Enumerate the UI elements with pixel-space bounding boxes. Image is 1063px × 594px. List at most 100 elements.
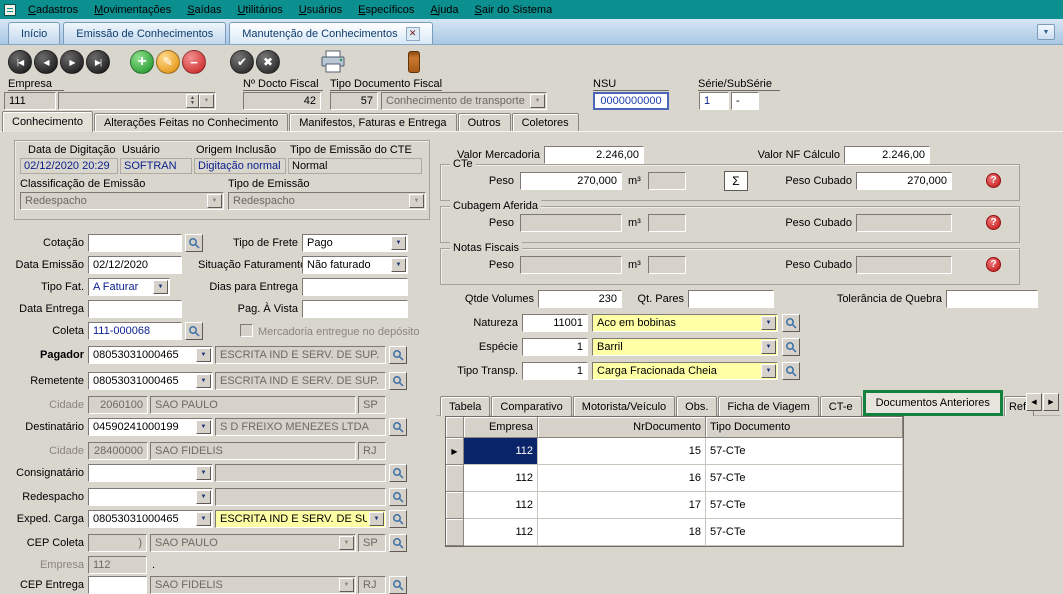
column-header-nrdocumento[interactable]: NrDocumento — [538, 417, 706, 438]
table-row[interactable]: 112 16 57-CTe — [446, 465, 903, 492]
pagador-search-button[interactable] — [389, 346, 407, 364]
cep-coleta-search-button[interactable] — [389, 534, 407, 552]
column-header-empresa[interactable]: Empresa — [464, 417, 538, 438]
tipo-transp-code-field[interactable]: 1 — [522, 362, 588, 380]
dropdown-arrow-icon[interactable]: ▼ — [196, 348, 211, 362]
menu-especificos[interactable]: Específicos — [350, 2, 422, 18]
redespacho-search-button[interactable] — [389, 488, 407, 506]
subtab-obs[interactable]: Obs. — [676, 396, 717, 416]
dropdown-arrow-icon[interactable]: ▼ — [761, 340, 776, 354]
pagador-code-combo[interactable]: 08053031000465▼ — [88, 346, 213, 364]
cancel-button[interactable]: ✖ — [256, 50, 280, 74]
coleta-field[interactable]: 111-000068 — [88, 322, 182, 340]
natureza-combo[interactable]: Aco em bobinas▼ — [592, 314, 778, 332]
qt-pares-field[interactable] — [688, 290, 774, 308]
cep-coleta-field[interactable]: ) — [88, 534, 147, 552]
consignatario-search-button[interactable] — [389, 464, 407, 482]
notas-help-button[interactable]: ? — [986, 257, 1001, 272]
destinatario-search-button[interactable] — [389, 418, 407, 436]
dropdown-arrow-icon[interactable]: ▼ — [153, 280, 168, 294]
exped-carga-search-button[interactable] — [389, 510, 407, 528]
serie-field[interactable]: 1 — [699, 92, 729, 110]
last-record-button[interactable]: ▶| — [86, 50, 110, 74]
subtab-comparativo[interactable]: Comparativo — [491, 396, 571, 416]
remetente-search-button[interactable] — [389, 372, 407, 390]
subtab-tabela[interactable]: Tabela — [440, 396, 490, 416]
especie-combo[interactable]: Barril▼ — [592, 338, 778, 356]
cell-empresa[interactable]: 112 — [464, 465, 538, 492]
cell-tipo-documento[interactable]: 57-CTe — [706, 465, 903, 492]
dropdown-arrow-icon[interactable]: ▼ — [761, 316, 776, 330]
confirm-button[interactable]: ✔ — [230, 50, 254, 74]
cell-tipo-documento[interactable]: 57-CTe — [706, 519, 903, 546]
cell-empresa[interactable]: 112 — [464, 438, 538, 465]
consignatario-code-combo[interactable]: ▼ — [88, 464, 213, 482]
tab-conhecimento[interactable]: Conhecimento — [2, 111, 93, 132]
tipo-documento-code-field[interactable]: 57 — [330, 92, 378, 110]
menu-ajuda[interactable]: Ajuda — [422, 2, 466, 18]
menu-sair-do-sistema[interactable]: Sair do Sistema — [467, 2, 561, 18]
cte-peso-cubado-field[interactable]: 270,000 — [856, 172, 952, 190]
tolerancia-quebra-field[interactable] — [946, 290, 1038, 308]
print-button[interactable] — [320, 50, 346, 74]
valor-mercadoria-field[interactable]: 2.246,00 — [544, 146, 644, 164]
sum-button[interactable]: Σ — [724, 171, 748, 191]
tab-list-dropdown-button[interactable]: ▼ — [1037, 24, 1055, 40]
spinner-control[interactable]: ▲▼ — [186, 94, 199, 108]
tipo-transp-combo[interactable]: Carga Fracionada Cheia▼ — [592, 362, 778, 380]
natureza-search-button[interactable] — [782, 314, 800, 332]
menu-usuarios[interactable]: Usuários — [291, 2, 350, 18]
redespacho-code-combo[interactable]: ▼ — [88, 488, 213, 506]
tab-alteracoes[interactable]: Alterações Feitas no Conhecimento — [94, 113, 288, 132]
tipo-frete-combo[interactable]: Pago▼ — [302, 234, 408, 252]
exped-carga-name-combo[interactable]: ESCRITA IND E SERV. DE SUP. P.▼ — [215, 510, 386, 528]
remetente-code-combo[interactable]: 08053031000465▼ — [88, 372, 213, 390]
subtab-motorista-veiculo[interactable]: Motorista/Veículo — [573, 396, 675, 416]
dropdown-arrow-icon[interactable]: ▼ — [391, 258, 406, 272]
subtab-scroll-left-button[interactable]: ◀ — [1026, 393, 1042, 411]
dropdown-arrow-icon[interactable]: ▼ — [369, 512, 384, 526]
menu-movimentacoes[interactable]: Movimentações — [86, 2, 179, 18]
subtab-cte[interactable]: CT-e — [820, 396, 862, 416]
collector-device-button[interactable] — [408, 51, 420, 73]
next-record-button[interactable]: ▶ — [60, 50, 84, 74]
add-record-button[interactable]: + — [130, 50, 154, 74]
tipo-transp-search-button[interactable] — [782, 362, 800, 380]
dias-para-entrega-field[interactable] — [302, 278, 408, 296]
data-emissao-field[interactable]: 02/12/2020 — [88, 256, 182, 274]
cotacao-search-button[interactable] — [185, 234, 203, 252]
first-record-button[interactable]: |◀ — [8, 50, 32, 74]
tab-coletores[interactable]: Coletores — [512, 113, 579, 132]
close-tab-icon[interactable]: ✕ — [406, 27, 420, 41]
pag-a-vista-field[interactable] — [302, 300, 408, 318]
coleta-search-button[interactable] — [185, 322, 203, 340]
subserie-field[interactable]: - — [731, 92, 759, 110]
dropdown-arrow-icon[interactable]: ▼ — [196, 512, 211, 526]
dropdown-arrow-icon[interactable]: ▼ — [196, 420, 211, 434]
situacao-faturamento-combo[interactable]: Não faturado▼ — [302, 256, 408, 274]
cte-peso-field[interactable]: 270,000 — [520, 172, 622, 190]
tab-outros[interactable]: Outros — [458, 113, 511, 132]
cell-nrdocumento[interactable]: 17 — [538, 492, 706, 519]
tab-manifestos[interactable]: Manifestos, Faturas e Entrega — [289, 113, 456, 132]
empresa-header-field[interactable]: 111 — [4, 92, 56, 110]
cte-help-button[interactable]: ? — [986, 173, 1001, 188]
cell-nrdocumento[interactable]: 18 — [538, 519, 706, 546]
column-header-tipo-documento[interactable]: Tipo Documento — [706, 417, 903, 438]
window-tab-manutencao-de-conhecimentos[interactable]: Manutenção de Conhecimentos ✕ — [229, 22, 432, 44]
dropdown-arrow-icon[interactable]: ▼ — [761, 364, 776, 378]
docto-fiscal-field[interactable]: 42 — [243, 92, 321, 110]
subtab-documentos-anteriores[interactable]: Documentos Anteriores — [863, 390, 1003, 416]
menu-saidas[interactable]: Saídas — [179, 2, 229, 18]
data-entrega-field[interactable] — [88, 300, 182, 318]
especie-code-field[interactable]: 1 — [522, 338, 588, 356]
tipo-fat-combo[interactable]: A Faturar▼ — [88, 278, 170, 296]
cell-nrdocumento[interactable]: 16 — [538, 465, 706, 492]
table-row[interactable]: ▶ 112 15 57-CTe — [446, 438, 903, 465]
window-tab-inicio[interactable]: Início — [8, 22, 60, 44]
cep-entrega-field[interactable] — [88, 576, 147, 594]
window-tab-emissao-de-conhecimentos[interactable]: Emissão de Conhecimentos — [63, 22, 226, 44]
destinatario-code-combo[interactable]: 04590241000199▼ — [88, 418, 213, 436]
exped-carga-code-combo[interactable]: 08053031000465▼ — [88, 510, 213, 528]
dropdown-arrow-icon[interactable]: ▼ — [196, 490, 211, 504]
